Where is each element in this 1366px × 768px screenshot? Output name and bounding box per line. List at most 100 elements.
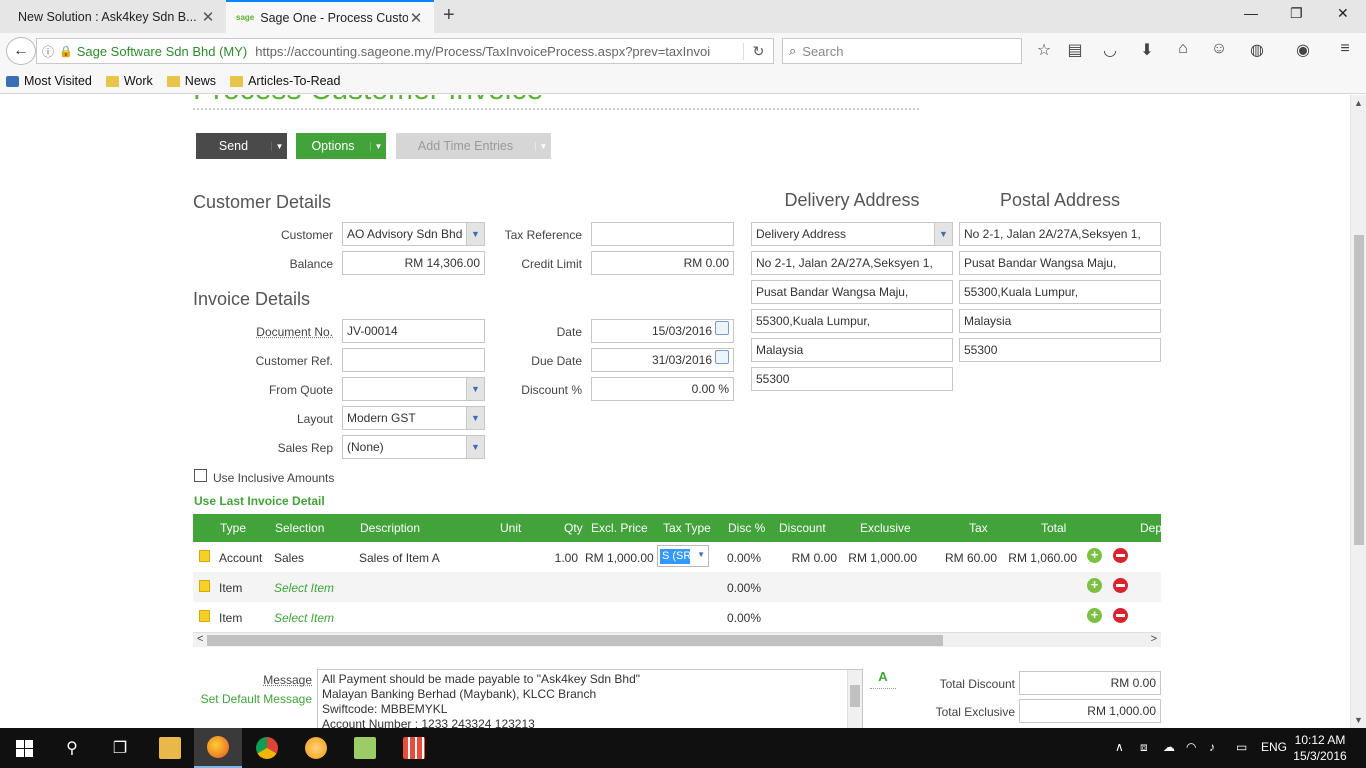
delivery-address-select[interactable]: Delivery Address ▼ [751,222,953,246]
add-row-icon[interactable]: + [1087,548,1102,563]
delivery-address-line-5[interactable]: 55300 [751,367,953,391]
back-arrow-icon[interactable]: ← [6,37,36,65]
new-tab-plus-icon[interactable]: + [443,4,455,27]
due-date-input[interactable]: 31/03/2016 [591,348,734,372]
dropbox-icon[interactable]: ⧈ [1140,740,1148,755]
send-button[interactable]: Send ▼ [196,133,287,159]
set-default-message-link[interactable]: Set Default Message [196,692,312,706]
tax-type-select[interactable]: S (SR ▼ [657,545,709,567]
delivery-address-line-3[interactable]: 55300,Kuala Lumpur, [751,309,953,333]
note-icon[interactable] [199,610,210,622]
use-last-invoice-detail-link[interactable]: Use Last Invoice Detail [194,494,325,508]
system-clock[interactable]: 10:12 AM 15/3/2016 [1290,732,1350,764]
page-vertical-scrollbar[interactable]: ▲ ▼ [1350,95,1366,728]
close-icon[interactable]: ✕ [408,9,424,27]
spellcheck-icon[interactable]: A [870,669,896,689]
bookmark-most-visited[interactable]: Most Visited [6,74,92,88]
cell-total[interactable]: RM 1,060.00 [1003,551,1077,565]
pocket-icon[interactable]: ◡ [1099,40,1121,60]
window-close-icon[interactable]: ✕ [1337,5,1349,22]
action-center-icon[interactable]: ▭ [1236,740,1247,754]
download-icon[interactable]: ⬇ [1136,40,1158,60]
calendar-icon[interactable] [715,321,729,335]
scroll-right-icon[interactable]: > [1151,633,1157,645]
cell-disc-pct[interactable]: 0.00% [727,581,761,595]
delete-row-icon[interactable] [1113,578,1128,593]
url-text[interactable]: https://accounting.sageone.my/Process/Ta… [255,44,743,59]
options-button[interactable]: Options ▼ [296,133,386,159]
postal-address-line-3[interactable]: 55300,Kuala Lumpur, [959,280,1161,304]
delete-row-icon[interactable] [1113,548,1128,563]
postal-address-line-4[interactable]: Malaysia [959,309,1161,333]
chevron-down-icon[interactable]: ▼ [466,407,484,429]
table-row[interactable]: Item Select Item 0.00% + [193,602,1161,632]
file-explorer-icon[interactable] [146,728,194,768]
app-grid-icon[interactable] [390,728,438,768]
extension-globe-icon[interactable]: ◉ [1292,40,1314,60]
cell-type[interactable]: Item [219,611,242,625]
select-item-link[interactable]: Select Item [274,581,334,595]
home-icon[interactable]: ⌂ [1172,40,1194,58]
date-input[interactable]: 15/03/2016 [591,319,734,343]
task-view-icon[interactable]: ❐ [96,728,144,768]
delivery-address-line-4[interactable]: Malaysia [751,338,953,362]
chevron-down-icon[interactable]: ▼ [466,223,484,245]
add-row-icon[interactable]: + [1087,608,1102,623]
chrome-icon[interactable] [243,728,291,768]
postal-address-line-2[interactable]: Pusat Bandar Wangsa Maju, [959,251,1161,275]
wifi-icon[interactable]: ◠ [1186,740,1196,754]
cell-description[interactable]: Sales of Item A [359,551,440,565]
scroll-up-icon[interactable]: ▲ [1354,98,1363,108]
cell-discount[interactable]: RM 0.00 [767,551,837,565]
cell-type[interactable]: Item [219,581,242,595]
customer-ref-input[interactable] [342,348,485,372]
scrollbar-thumb[interactable] [850,685,860,707]
cell-tax[interactable]: RM 60.00 [933,551,997,565]
emoji-icon[interactable]: ☺ [1208,40,1230,58]
language-indicator[interactable]: ENG [1261,740,1287,754]
star-bookmark-icon[interactable]: ☆ [1033,40,1055,60]
note-icon[interactable] [199,580,210,592]
bookmark-news[interactable]: News [166,74,216,88]
document-no-input[interactable]: JV-00014 [342,319,485,343]
image-viewer-icon[interactable] [341,728,389,768]
customer-select[interactable]: AO Advisory Sdn Bhd ▼ [342,222,485,246]
delete-row-icon[interactable] [1113,608,1128,623]
cell-exclusive[interactable]: RM 1,000.00 [841,551,917,565]
firefox-icon[interactable] [194,728,242,768]
tab-new-solution[interactable]: New Solution : Ask4key Sdn B... ✕ [8,0,226,33]
cell-type[interactable]: Account [219,551,262,565]
reload-icon[interactable]: ↻ [743,42,773,60]
bookmark-articles[interactable]: Articles-To-Read [230,74,340,88]
tax-reference-input[interactable] [591,222,734,246]
postal-address-line-1[interactable]: No 2-1, Jalan 2A/27A,Seksyen 1, [959,222,1161,246]
volume-icon[interactable]: ♪ [1209,740,1215,754]
grid-horizontal-scrollbar[interactable]: < > [193,632,1161,647]
message-scrollbar[interactable] [847,670,862,728]
app-orange-icon[interactable] [292,728,340,768]
onedrive-icon[interactable]: ☁ [1163,740,1175,754]
table-row[interactable]: Account Sales Sales of Item A 1.00 RM 1,… [193,542,1161,572]
use-inclusive-amounts-checkbox[interactable] [194,469,207,482]
cell-disc-pct[interactable]: 0.00% [727,611,761,625]
add-time-entries-button[interactable]: Add Time Entries ▼ [396,133,551,159]
cell-selection[interactable]: Sales [274,551,304,565]
calendar-icon[interactable] [715,350,729,364]
scrollbar-thumb[interactable] [207,635,943,646]
discount-input[interactable]: 0.00 % [591,377,734,401]
windows-start-icon[interactable] [0,728,48,768]
from-quote-select[interactable]: ▼ [342,377,485,401]
sales-rep-select[interactable]: (None) ▼ [342,435,485,459]
cell-disc-pct[interactable]: 0.00% [727,551,761,565]
scroll-down-icon[interactable]: ▼ [1354,715,1363,725]
url-bar[interactable]: ⓘ 🔒 Sage Software Sdn Bhd (MY) https://a… [36,38,774,64]
info-icon[interactable]: ⓘ [37,43,59,60]
message-textarea[interactable]: All Payment should be made payable to "A… [317,669,863,728]
note-icon[interactable] [199,550,210,562]
postal-address-line-5[interactable]: 55300 [959,338,1161,362]
table-row[interactable]: Item Select Item 0.00% + [193,572,1161,602]
chevron-down-icon[interactable]: ▼ [271,141,287,151]
restore-icon[interactable]: ❐ [1290,5,1303,22]
chevron-down-icon[interactable]: ▼ [934,223,952,245]
add-row-icon[interactable]: + [1087,578,1102,593]
